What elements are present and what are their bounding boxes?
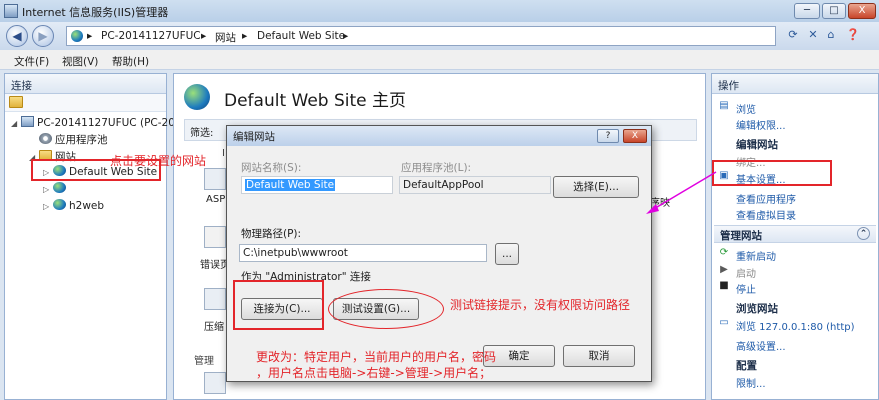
computer-icon	[21, 116, 34, 127]
browse-site-header: 浏览网站	[736, 303, 778, 315]
annotation-oval-test	[328, 289, 444, 329]
action-browse-http[interactable]: 浏览 127.0.0.1:80 (http)	[736, 318, 855, 333]
site-globe-icon	[184, 84, 210, 110]
page-title: Default Web Site 主页	[224, 91, 407, 111]
forward-arrow-icon[interactable]: ▶	[32, 25, 54, 47]
breadcrumb-sep: ▸	[242, 30, 248, 42]
annotation-arrow	[646, 171, 717, 214]
close-button[interactable]: X	[848, 3, 876, 19]
browse-path-button[interactable]: ...	[495, 243, 519, 265]
iis-app-icon	[4, 4, 18, 18]
asp-icon[interactable]	[204, 168, 226, 190]
tree-item-hidden[interactable]: ▷	[43, 182, 69, 195]
app-pool-label: 应用程序池(L):	[401, 162, 472, 174]
filter-label: 筛选:	[190, 128, 214, 139]
help-icon[interactable]: ❓	[844, 28, 862, 44]
menu-bar: 文件(F) 视图(V) 帮助(H)	[0, 50, 879, 70]
action-view-virtual-dirs[interactable]: 查看虚拟目录	[736, 207, 796, 222]
action-view-applications[interactable]: 查看应用程序	[736, 191, 796, 206]
address-bar[interactable]: ▸ PC-20141127UFUC ▸ 网站 ▸ Default Web Sit…	[66, 26, 776, 46]
stop-icon[interactable]: ✕	[804, 28, 822, 44]
globe-icon	[53, 182, 66, 193]
action-start[interactable]: 启动	[736, 265, 756, 280]
globe-icon	[71, 30, 83, 42]
restart-icon: ⟳	[719, 247, 729, 258]
edit-site-header: 编辑网站	[736, 139, 778, 151]
new-connection-icon[interactable]	[9, 96, 23, 108]
title-bar: Internet 信息服务(IIS)管理器 ─ □ X	[0, 0, 879, 22]
annotation-change-line2: ，用户名点击电脑->右键->管理->用户名；	[256, 366, 492, 380]
compression-icon[interactable]	[204, 288, 226, 310]
feature-asp[interactable]: ASP	[206, 194, 225, 205]
error-pages-icon[interactable]	[204, 226, 226, 248]
tree-item-app-pools[interactable]: 应用程序池	[29, 132, 108, 147]
tree-item-h2web[interactable]: ▷ h2web	[43, 199, 104, 212]
dialog-title: 编辑网站	[227, 126, 651, 146]
back-arrow-icon[interactable]: ◀	[6, 25, 28, 47]
site-name-label: 网站名称(S):	[241, 162, 302, 174]
select-app-pool-button[interactable]: 选择(E)...	[553, 176, 639, 198]
browse-folder-icon: ▤	[719, 100, 729, 111]
refresh-icon[interactable]: ⟳	[784, 28, 802, 44]
breadcrumb-sep: ▸	[87, 30, 93, 42]
action-edit-permissions[interactable]: 编辑权限...	[736, 117, 786, 132]
connections-header: 连接	[5, 74, 166, 94]
action-limits[interactable]: 限制...	[736, 375, 766, 390]
tree-item-server[interactable]: ◢ PC-20141127UFUC (PC-201	[11, 116, 182, 129]
annotation-box-connect-as	[233, 280, 324, 330]
edit-site-dialog: 编辑网站 ? X 网站名称(S): Default Web Site 应用程序池…	[226, 125, 652, 382]
dialog-help-button[interactable]: ?	[597, 129, 619, 143]
manage-group-label: 管理	[194, 356, 214, 367]
maximize-button[interactable]: □	[822, 3, 846, 19]
config-editor-icon[interactable]	[204, 372, 226, 394]
breadcrumb-sep: ▸	[201, 30, 207, 42]
physical-path-label: 物理路径(P):	[241, 228, 302, 240]
breadcrumb-sep: ▸	[343, 30, 349, 42]
menu-view[interactable]: 视图(V)	[62, 54, 98, 69]
action-stop[interactable]: 停止	[736, 281, 756, 296]
menu-file[interactable]: 文件(F)	[14, 54, 49, 69]
annotation-change-line1: 更改为：特定用户，当前用户的用户名，密码	[256, 350, 497, 364]
connections-panel: 连接 ◢ PC-20141127UFUC (PC-201 应用程序池 ◢ 网站 ▷ D…	[4, 73, 182, 400]
minimize-button[interactable]: ─	[794, 3, 820, 19]
breadcrumb-site[interactable]: Default Web Site	[257, 30, 345, 42]
address-row: ◀ ▶ ▸ PC-20141127UFUC ▸ 网站 ▸ Default Web…	[0, 22, 879, 50]
manage-site-section[interactable]: 管理网站 ⌃	[714, 225, 876, 243]
browse-web-icon: ▭	[719, 317, 729, 328]
action-advanced-settings[interactable]: 高级设置...	[736, 338, 786, 353]
dialog-close-button[interactable]: X	[623, 129, 647, 143]
physical-path-input[interactable]: C:\inetpub\wwwroot	[239, 244, 487, 262]
action-restart[interactable]: 重新启动	[736, 248, 776, 263]
window-title: Internet 信息服务(IIS)管理器	[22, 6, 169, 19]
breadcrumb-sites[interactable]: 网站	[215, 30, 236, 45]
globe-icon	[53, 199, 66, 210]
stop-icon: ■	[719, 280, 729, 291]
actions-header: 操作	[712, 74, 878, 94]
connections-toolbar	[5, 94, 166, 112]
site-name-field[interactable]: Default Web Site	[241, 176, 393, 194]
annotation-click-site: 点击要设置的网站	[110, 154, 207, 168]
annotation-box-basic-settings	[712, 160, 832, 186]
actions-panel: 操作 ▤ 浏览 编辑权限... 编辑网站 绑定... ▣ 基本设置... 查看应…	[711, 73, 879, 400]
config-header: 配置	[736, 360, 757, 372]
collapse-icon[interactable]: ⌃	[857, 227, 870, 240]
breadcrumb-server[interactable]: PC-20141127UFUC	[101, 30, 201, 42]
feature-compression[interactable]: 压缩	[204, 318, 224, 333]
cancel-button[interactable]: 取消	[563, 345, 635, 367]
app-pool-icon	[39, 133, 52, 144]
app-pool-field: DefaultAppPool	[399, 176, 551, 194]
start-icon: ▶	[720, 264, 728, 275]
menu-help[interactable]: 帮助(H)	[112, 54, 149, 69]
action-browse[interactable]: 浏览	[736, 101, 756, 116]
home-icon[interactable]: ⌂	[822, 28, 840, 44]
annotation-test-hint: 测试链接提示，没有权限访问路径	[450, 298, 631, 312]
